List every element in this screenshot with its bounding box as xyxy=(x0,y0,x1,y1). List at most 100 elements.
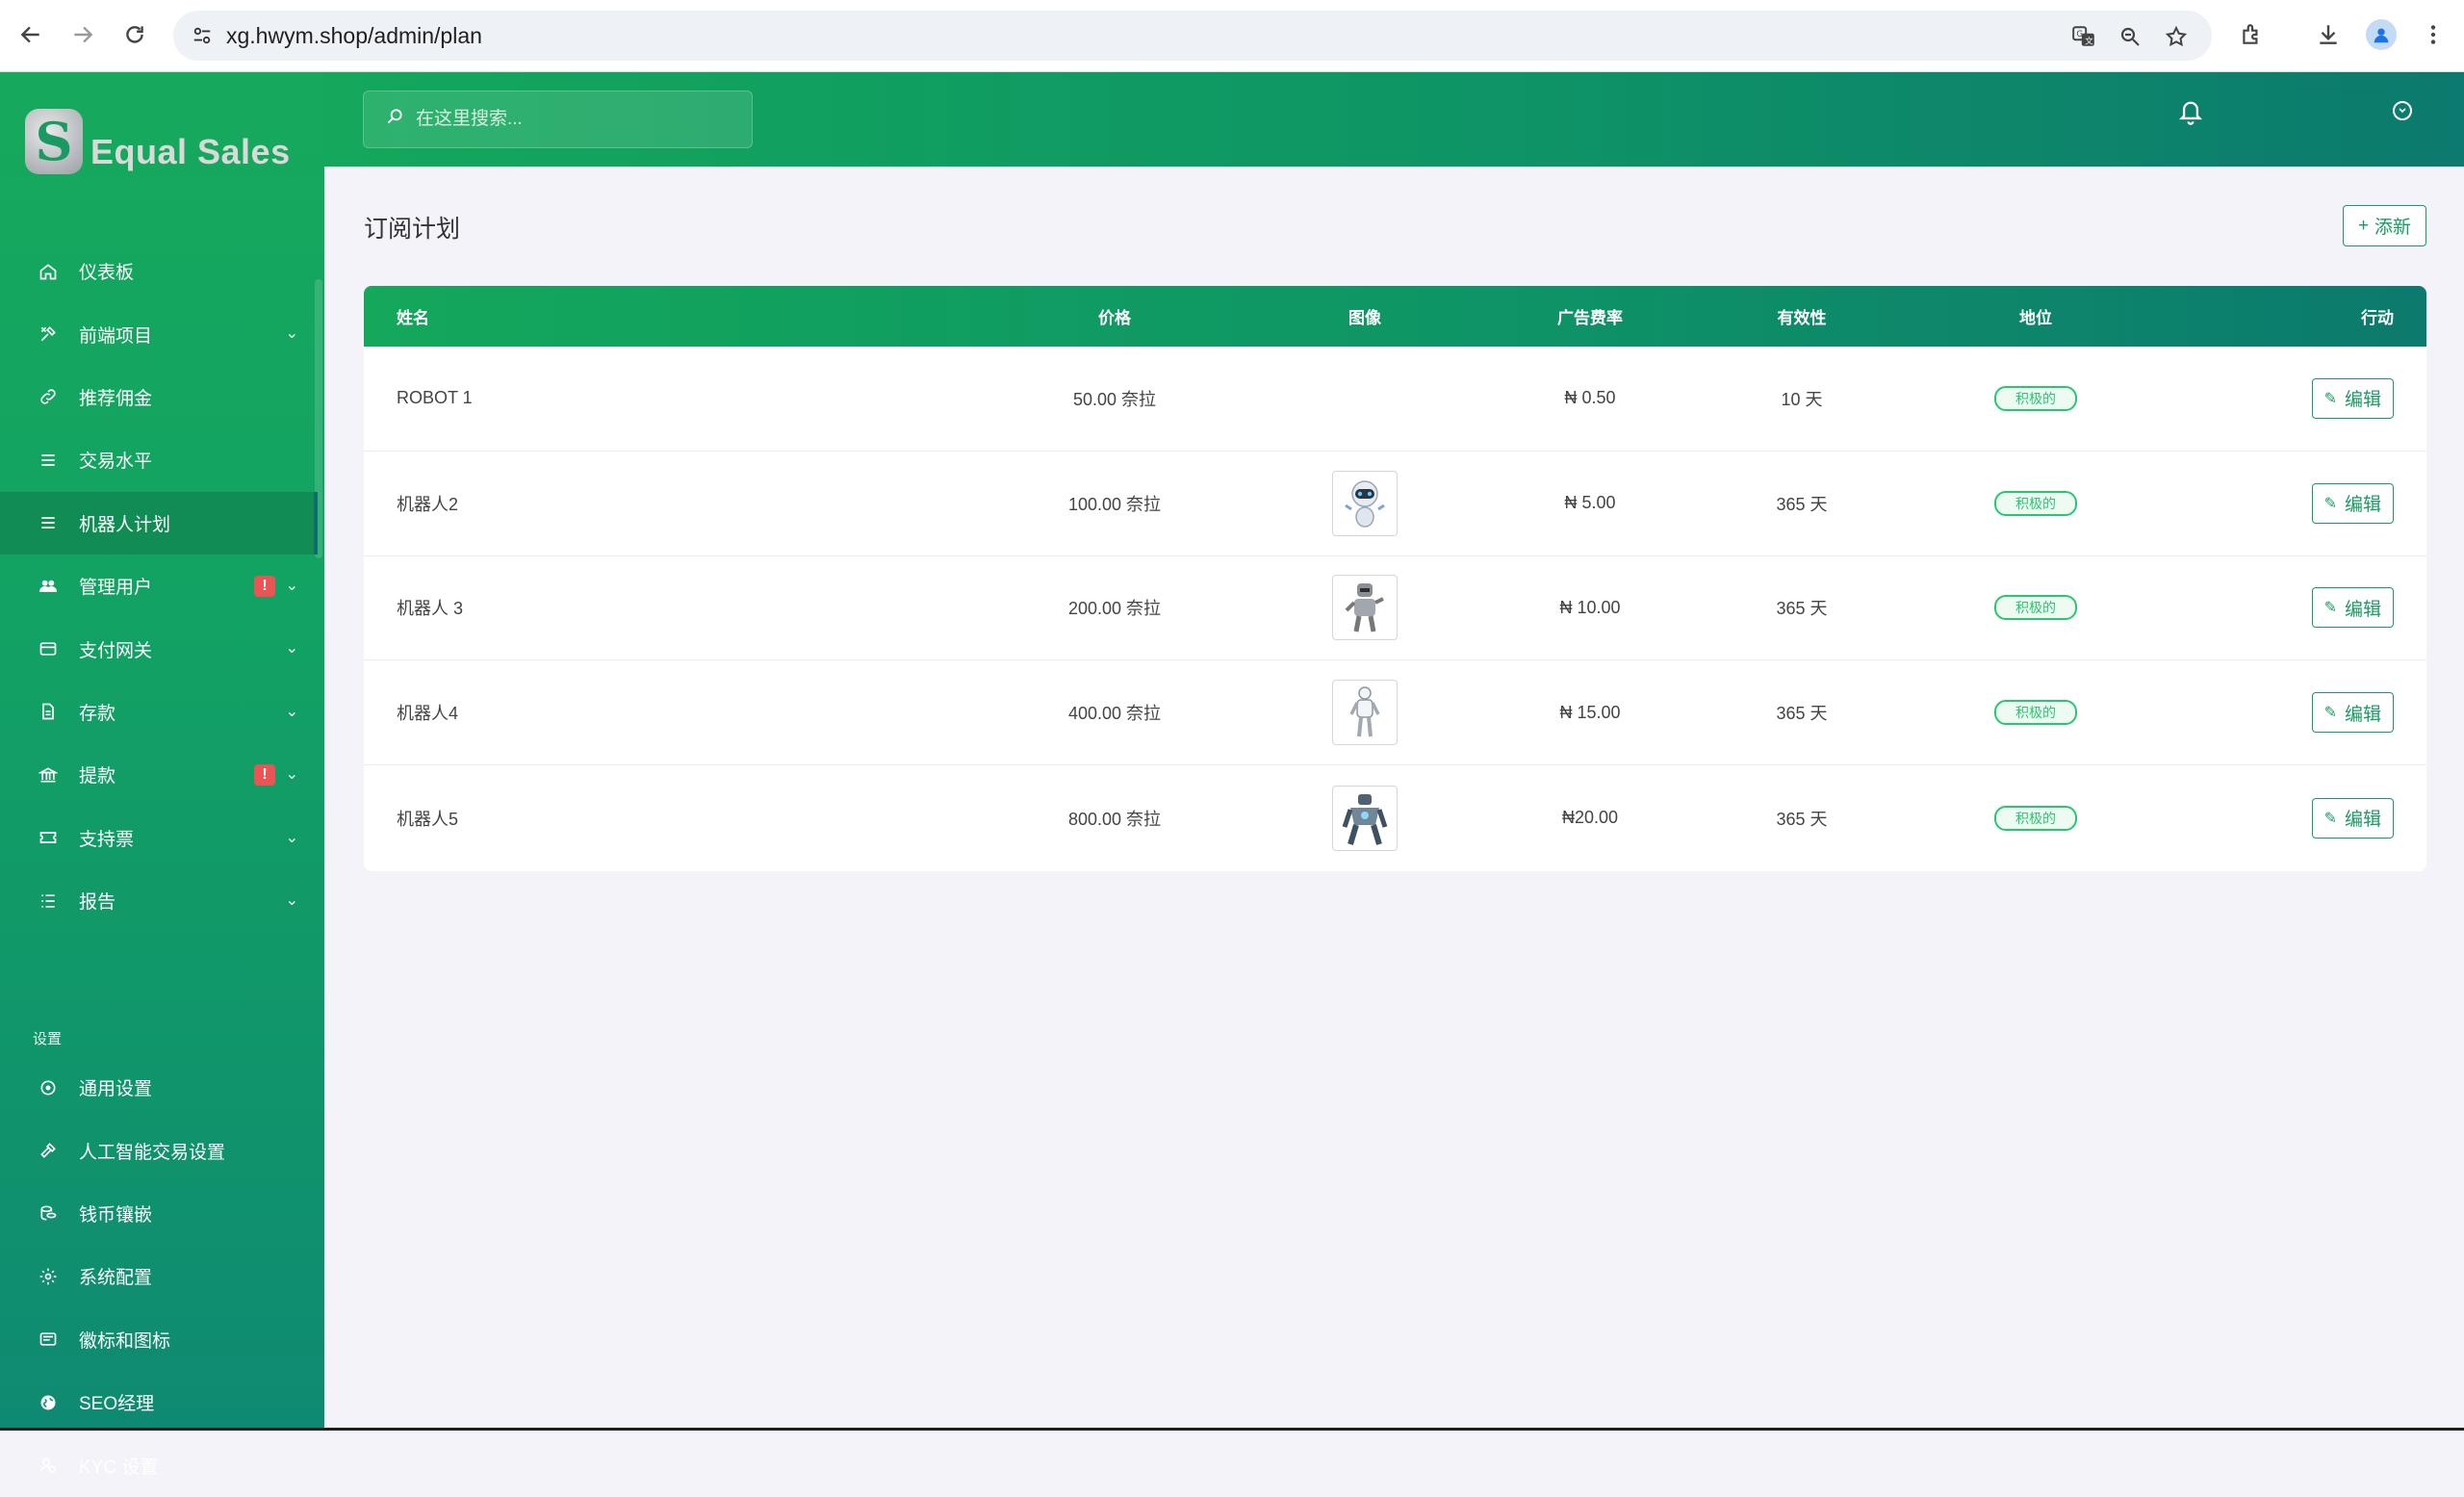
sidebar-item-referral[interactable]: 推荐佣金 xyxy=(0,366,318,428)
edit-button[interactable]: ✎ 编辑 xyxy=(2311,797,2394,839)
sidebar-item-general-settings[interactable]: 通用设置 xyxy=(0,1056,318,1119)
table-row: 机器人 3 200.00 奈拉 ₦ 10.00 365 天 积极的 ✎ 编辑 xyxy=(364,556,2426,661)
image-cell xyxy=(1307,765,1423,870)
sidebar-item-label: 支付网关 xyxy=(79,640,153,661)
home-icon xyxy=(37,260,60,283)
pencil-icon: ✎ xyxy=(2323,390,2337,407)
translate-icon[interactable]: G文 xyxy=(2069,22,2098,51)
search-box[interactable] xyxy=(363,90,753,148)
edit-label: 编辑 xyxy=(2344,704,2381,725)
plan-price: 100.00 奈拉 xyxy=(1067,494,1162,514)
bank-icon xyxy=(37,763,60,787)
plan-validity: 365 天 xyxy=(1776,599,1828,619)
sidebar-item-withdrawals[interactable]: 提款 ! ⌄ xyxy=(0,743,318,806)
image-cell xyxy=(1307,660,1423,764)
brand-logo[interactable]: S Equal Sales xyxy=(25,109,291,174)
header-price: 价格 xyxy=(1098,309,1131,327)
plan-validity: 10 天 xyxy=(1781,389,1823,409)
hammer-icon xyxy=(37,1139,60,1162)
plan-ad-rate: ₦ 10.00 xyxy=(1559,597,1621,617)
back-icon[interactable] xyxy=(13,17,48,52)
plan-name: 机器人2 xyxy=(397,494,459,514)
robot-mech-icon xyxy=(1332,785,1398,851)
edit-button[interactable]: ✎ 编辑 xyxy=(2311,692,2394,734)
chevron-down-icon: ⌄ xyxy=(285,640,298,658)
sidebar-item-label: 人工智能交易设置 xyxy=(79,1142,226,1163)
address-bar[interactable]: xg.hwym.shop/admin/plan G文 xyxy=(173,11,2212,61)
status-badge: 积极的 xyxy=(1994,700,2077,726)
plan-name: 机器人 3 xyxy=(397,599,464,619)
forward-icon[interactable] xyxy=(65,17,100,52)
sidebar-item-system-config[interactable]: 系统配置 xyxy=(0,1245,318,1307)
search-input[interactable] xyxy=(416,109,733,130)
edit-button[interactable]: ✎ 编辑 xyxy=(2311,587,2394,629)
table-header: 姓名 价格 图像 广告费率 有效性 地位 行动 xyxy=(364,286,2426,347)
sidebar-item-label: 支持票 xyxy=(79,829,135,850)
sidebar-item-logo-icons[interactable]: 徽标和图标 xyxy=(0,1308,318,1371)
reload-icon[interactable] xyxy=(117,17,152,52)
profile-icon[interactable] xyxy=(2366,19,2397,50)
sidebar-item-payment-gateways[interactable]: 支付网关 ⌄ xyxy=(0,617,318,680)
edit-label: 编辑 xyxy=(2344,810,2381,831)
sidebar-item-manage-users[interactable]: 管理用户 ! ⌄ xyxy=(0,555,318,617)
alert-badge: ! xyxy=(254,575,275,597)
sidebar-item-support-tickets[interactable]: 支持票 ⌄ xyxy=(0,807,318,869)
plan-price: 800.00 奈拉 xyxy=(1067,809,1162,829)
action-cell: ✎ 编辑 xyxy=(2311,660,2394,764)
download-icon[interactable] xyxy=(2313,19,2344,50)
sidebar-item-dashboard[interactable]: 仪表板 xyxy=(0,240,318,302)
top-header xyxy=(324,72,2464,167)
link-icon xyxy=(37,385,60,408)
plan-price: 400.00 奈拉 xyxy=(1067,704,1162,724)
pencil-icon: ✎ xyxy=(2323,705,2337,722)
file-icon xyxy=(37,700,60,723)
sidebar-section-settings: 设置 xyxy=(33,1031,63,1047)
robot-white-icon xyxy=(1332,680,1398,746)
sidebar-item-robot-plans[interactable]: 机器人计划 xyxy=(0,491,318,555)
logo-mark: S xyxy=(25,109,83,174)
table-row: ROBOT 1 50.00 奈拉 ₦ 0.50 10 天 积极的 ✎ 编辑 xyxy=(364,347,2426,452)
user-menu-chevron-icon[interactable] xyxy=(2393,101,2412,120)
sidebar-item-label: 通用设置 xyxy=(79,1079,153,1100)
sidebar-item-ai-trading-settings[interactable]: 人工智能交易设置 xyxy=(0,1119,318,1181)
sidebar-item-label: 推荐佣金 xyxy=(79,388,153,409)
chevron-down-icon: ⌄ xyxy=(285,703,298,720)
plan-price: 50.00 奈拉 xyxy=(1072,389,1157,409)
sidebar-item-label: 报告 xyxy=(79,892,116,914)
status-badge: 积极的 xyxy=(1994,385,2077,411)
menu-kebab-icon[interactable] xyxy=(2418,19,2449,50)
sidebar-item-label: 提款 xyxy=(79,766,116,787)
plan-name: ROBOT 1 xyxy=(397,388,473,408)
extensions-icon[interactable] xyxy=(2236,19,2267,50)
sidebar-item-reports[interactable]: 报告 ⌄ xyxy=(0,869,318,932)
chevron-down-icon: ⌄ xyxy=(285,577,298,594)
edit-label: 编辑 xyxy=(2344,495,2381,516)
edit-button[interactable]: ✎ 编辑 xyxy=(2311,482,2394,524)
bell-icon[interactable] xyxy=(2177,97,2204,134)
image-icon xyxy=(37,1328,60,1351)
chevron-down-icon: ⌄ xyxy=(285,325,298,343)
plan-validity: 365 天 xyxy=(1776,809,1828,829)
sidebar-item-seo-manager[interactable]: SEO经理 xyxy=(0,1371,318,1433)
sidebar-item-trade-levels[interactable]: 交易水平 xyxy=(0,428,318,491)
edit-button[interactable]: ✎ 编辑 xyxy=(2311,377,2394,419)
header-status: 地位 xyxy=(2019,309,2052,327)
bookmark-star-icon[interactable] xyxy=(2162,22,2191,51)
sidebar-item-coin-inlay[interactable]: 钱币镶嵌 xyxy=(0,1182,318,1245)
alert-badge: ! xyxy=(254,764,275,787)
table-row: 机器人4 400.00 奈拉 ₦ 15.00 365 天 积极的 ✎ 编辑 xyxy=(364,660,2426,766)
status-badge: 积极的 xyxy=(1994,805,2077,831)
edit-label: 编辑 xyxy=(2344,599,2381,620)
add-new-button[interactable]: + 添新 xyxy=(2343,205,2426,246)
zoom-icon[interactable] xyxy=(2116,22,2144,51)
user-check-icon xyxy=(37,1454,60,1477)
sidebar-item-deposits[interactable]: 存款 ⌄ xyxy=(0,681,318,743)
sidebar-item-frontend[interactable]: 前端项目 ⌄ xyxy=(0,302,318,365)
sidebar-item-kyc-settings[interactable]: KYC 设置 xyxy=(0,1433,318,1496)
plan-name: 机器人5 xyxy=(397,809,459,829)
status-cell: 积极的 xyxy=(1959,556,2113,660)
site-settings-icon[interactable] xyxy=(189,22,216,49)
chevron-down-icon: ⌄ xyxy=(285,829,298,846)
url-text[interactable]: xg.hwym.shop/admin/plan xyxy=(226,22,482,49)
action-cell: ✎ 编辑 xyxy=(2311,765,2394,870)
